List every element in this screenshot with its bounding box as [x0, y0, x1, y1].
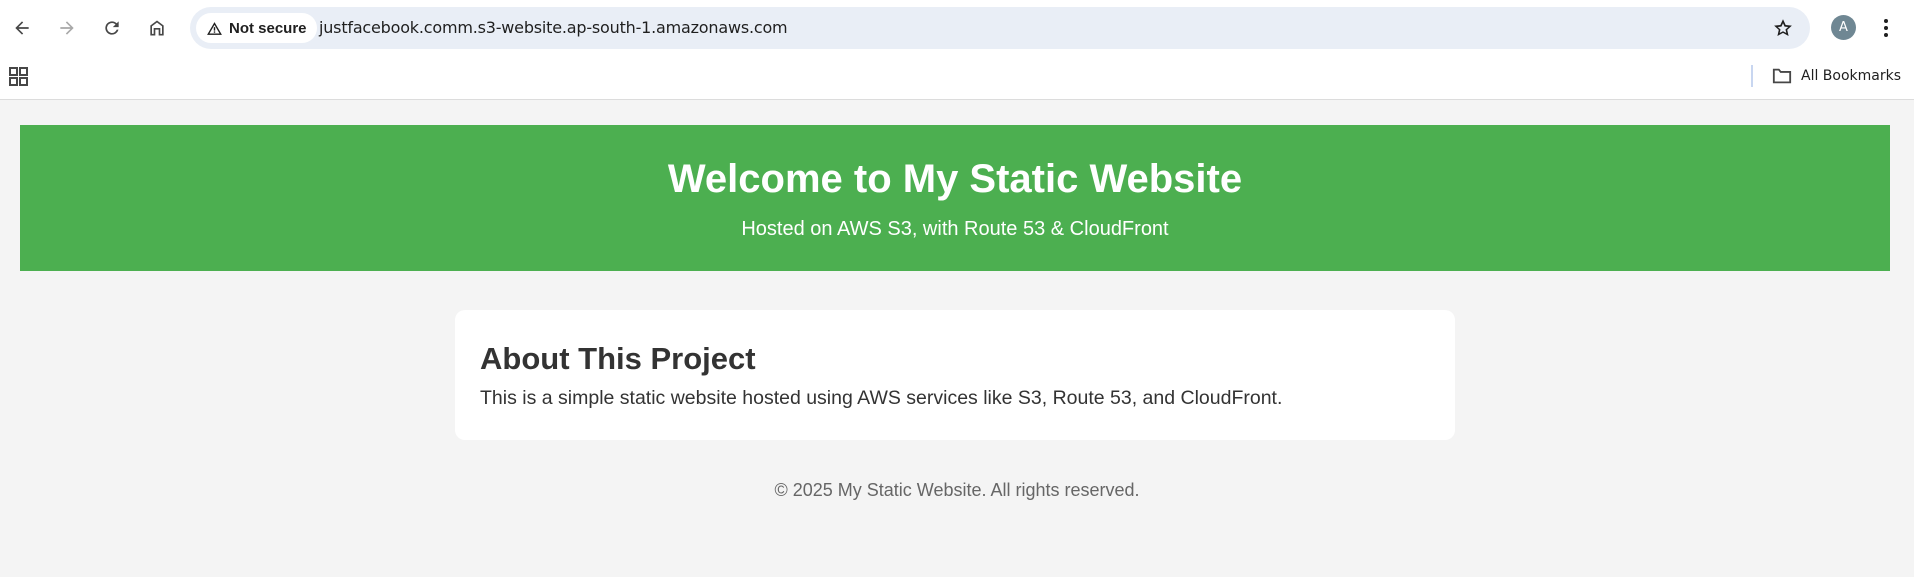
warning-icon	[207, 21, 222, 35]
bookmarks-bar: All Bookmarks	[0, 56, 1914, 100]
kebab-menu-icon	[1884, 19, 1888, 37]
profile-avatar[interactable]: A	[1831, 15, 1856, 40]
home-icon	[150, 20, 164, 36]
url-text[interactable]: justfacebook.comm.s3-website.ap-south-1.…	[319, 18, 788, 37]
address-bar[interactable]: Not secure justfacebook.comm.s3-website.…	[190, 7, 1810, 49]
reload-button[interactable]	[96, 12, 128, 44]
bookmark-star-button[interactable]	[1770, 15, 1796, 41]
apps-grid-icon[interactable]	[8, 65, 30, 87]
forward-button[interactable]	[51, 12, 83, 44]
back-icon	[15, 21, 29, 35]
web-page: Welcome to My Static Website Hosted on A…	[0, 101, 1914, 577]
forward-icon	[60, 21, 74, 35]
about-card: About This Project This is a simple stat…	[455, 310, 1455, 440]
about-text: This is a simple static website hosted u…	[480, 387, 1283, 409]
security-label: Not secure	[229, 19, 307, 37]
browser-menu-button[interactable]	[1874, 14, 1898, 42]
reload-icon	[105, 21, 119, 35]
page-title: Welcome to My Static Website	[667, 157, 1243, 201]
profile-initial: A	[1839, 20, 1848, 35]
page-subtitle: Hosted on AWS S3, with Route 53 & CloudF…	[741, 218, 1169, 240]
star-icon	[1774, 19, 1792, 36]
about-title: About This Project	[480, 341, 756, 376]
hero-banner: Welcome to My Static Website Hosted on A…	[20, 125, 1890, 271]
security-chip[interactable]: Not secure	[196, 13, 317, 43]
folder-icon	[1772, 68, 1792, 84]
bookmarks-divider	[1751, 65, 1753, 87]
browser-toolbar: Not secure justfacebook.comm.s3-website.…	[0, 0, 1914, 56]
home-button[interactable]	[141, 12, 173, 44]
back-button[interactable]	[6, 12, 38, 44]
all-bookmarks-label: All Bookmarks	[1801, 68, 1902, 84]
page-footer: © 2025 My Static Website. All rights res…	[774, 480, 1140, 500]
all-bookmarks-button[interactable]: All Bookmarks	[1771, 64, 1901, 88]
